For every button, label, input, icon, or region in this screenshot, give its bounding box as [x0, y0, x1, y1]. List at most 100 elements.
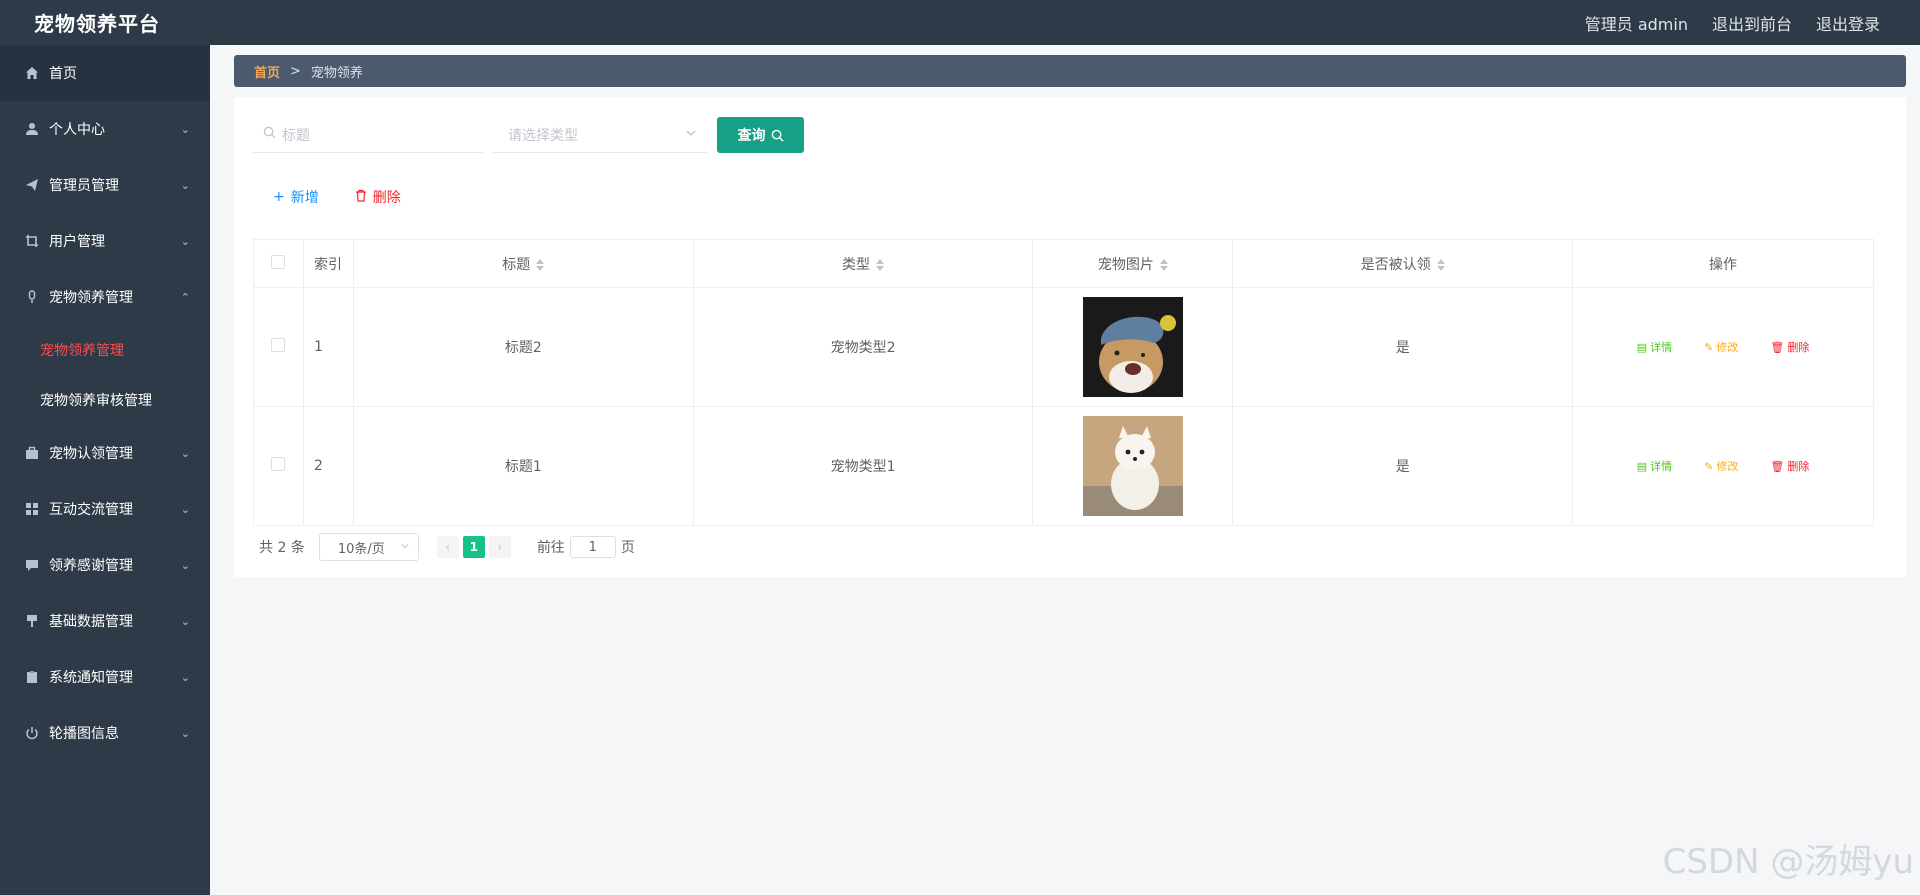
col-title-label: 标题: [502, 256, 531, 273]
query-button-label: 查询: [737, 128, 766, 144]
sort-icon[interactable]: [876, 258, 885, 271]
row-actions-cell: ▤ 详情 ✎ 修改 🗑 删除: [1572, 287, 1874, 407]
sidebar-item-label: 宠物领养管理: [49, 290, 133, 306]
type-select[interactable]: 请选择类型: [493, 117, 707, 153]
row-image-cell: [1032, 406, 1234, 526]
row-delete-button[interactable]: 🗑 删除: [1770, 339, 1809, 355]
chevron-up-icon: ⌃: [180, 290, 190, 304]
sidebar-item-label: 基础数据管理: [49, 614, 133, 630]
chevron-down-icon: ⌄: [180, 502, 190, 516]
batch-delete-button[interactable]: 删除: [355, 187, 401, 207]
page-number-current[interactable]: 1: [462, 536, 485, 558]
trash-icon: 🗑: [1770, 459, 1785, 473]
sidebar: 首页 个人中心 ⌄ 管理员管理 ⌄ 用户管理 ⌄ 宠物领养管理 ⌃ 宠物领养管理…: [0, 45, 210, 895]
search-icon: [771, 129, 784, 142]
exit-to-front-link[interactable]: 退出到前台: [1712, 11, 1792, 35]
row-select-cell: [253, 287, 304, 407]
edit-button[interactable]: ✎ 修改: [1704, 339, 1738, 355]
next-page-button[interactable]: ›: [488, 536, 511, 558]
row-checkbox[interactable]: [271, 457, 286, 471]
row-actions-cell: ▤ 详情 ✎ 修改 🗑 删除: [1572, 406, 1874, 526]
table-header-row: 索引 标题 类型 宠物图片 是否被认领 操作: [253, 239, 1874, 288]
chevron-down-icon: [400, 540, 410, 555]
crop-icon: [24, 233, 40, 249]
col-type-label: 类型: [842, 256, 871, 273]
pet-image-pomeranian[interactable]: [1082, 416, 1183, 516]
jump-prefix: 前往: [536, 540, 565, 556]
edit-icon: ✎: [1704, 459, 1714, 473]
chevron-down-icon: ⌄: [180, 726, 190, 740]
page-size-value: 10条/页: [337, 541, 385, 557]
delete-button-label: 删除: [1787, 341, 1810, 354]
chevron-down-icon: ⌄: [180, 234, 190, 248]
search-icon: [263, 126, 276, 143]
col-title[interactable]: 标题: [352, 239, 694, 288]
sidebar-item-label: 个人中心: [49, 122, 105, 138]
logout-link[interactable]: 退出登录: [1816, 11, 1880, 35]
chevron-down-icon: ⌄: [180, 122, 190, 136]
sort-icon[interactable]: [536, 258, 545, 271]
detail-button[interactable]: ▤ 详情: [1637, 339, 1672, 355]
edit-icon: ✎: [1704, 340, 1714, 354]
sidebar-item-carousel-info[interactable]: 轮播图信息 ⌄: [0, 705, 210, 761]
breadcrumb: 首页 > 宠物领养: [234, 55, 1906, 87]
sidebar-item-user-management[interactable]: 用户管理 ⌄: [0, 213, 210, 269]
briefcase-icon: [24, 445, 40, 461]
detail-button[interactable]: ▤ 详情: [1637, 458, 1672, 474]
select-all-checkbox[interactable]: [271, 254, 286, 269]
sidebar-item-adoption-thanks-management[interactable]: 领养感谢管理 ⌄: [0, 537, 210, 593]
col-claimed-label: 是否被认领: [1360, 256, 1431, 273]
sidebar-item-system-notice-management[interactable]: 系统通知管理 ⌄: [0, 649, 210, 705]
edit-button[interactable]: ✎ 修改: [1704, 458, 1738, 474]
sidebar-item-label: 宠物认领管理: [49, 446, 133, 462]
prev-page-button[interactable]: ‹: [436, 536, 459, 558]
user-icon: [24, 121, 40, 137]
top-navbar: 宠物领养平台 管理员 admin 退出到前台 退出登录: [0, 0, 1920, 45]
col-pet-image-label: 宠物图片: [1097, 256, 1154, 273]
query-button[interactable]: 查询: [717, 117, 804, 153]
sidebar-item-interaction-management[interactable]: 互动交流管理 ⌄: [0, 481, 210, 537]
sidebar-item-basic-data-management[interactable]: 基础数据管理 ⌄: [0, 593, 210, 649]
add-button[interactable]: + 新增: [253, 187, 319, 207]
sidebar-item-label: 管理员管理: [49, 178, 119, 194]
sidebar-subitem-pet-adoption[interactable]: 宠物领养管理: [0, 325, 210, 375]
watermark: CSDN @汤姆yu: [1662, 842, 1914, 882]
page-size-select[interactable]: 10条/页: [318, 533, 419, 561]
breadcrumb-home[interactable]: 首页: [254, 62, 280, 81]
type-select-placeholder: 请选择类型: [508, 127, 578, 144]
row-delete-button[interactable]: 🗑 删除: [1770, 458, 1809, 474]
chevron-down-icon: ⌄: [180, 670, 190, 684]
col-type[interactable]: 类型: [692, 239, 1034, 288]
chevron-down-icon: ⌄: [180, 178, 190, 192]
plus-icon: +: [273, 189, 285, 205]
sidebar-item-home[interactable]: 首页: [0, 45, 210, 101]
sidebar-item-personal-center[interactable]: 个人中心 ⌄: [0, 101, 210, 157]
sidebar-item-pet-adoption-management[interactable]: 宠物领养管理 ⌃: [0, 269, 210, 325]
jump-suffix: 页: [620, 540, 635, 556]
jump-page-input[interactable]: 1: [569, 536, 616, 558]
row-claimed: 是: [1232, 287, 1574, 407]
sidebar-item-label: 互动交流管理: [49, 502, 133, 518]
sidebar-item-pet-claim-management[interactable]: 宠物认领管理 ⌄: [0, 425, 210, 481]
content-panel: 标题 请选择类型 查询 + 新增 删除 索引 标题 类型 宠物图片 是否被认领 …: [234, 97, 1906, 577]
sort-icon[interactable]: [1436, 258, 1445, 271]
col-claimed[interactable]: 是否被认领: [1232, 239, 1574, 288]
row-checkbox[interactable]: [271, 338, 286, 352]
detail-button-label: 详情: [1650, 341, 1673, 354]
title-search-input[interactable]: 标题: [253, 117, 483, 153]
pet-image-dog-hat[interactable]: [1082, 297, 1183, 397]
row-type: 宠物类型2: [692, 287, 1034, 407]
breadcrumb-current: 宠物领养: [310, 65, 363, 81]
search-bar: 标题 请选择类型 查询: [253, 117, 804, 153]
sidebar-subitem-pet-adoption-review[interactable]: 宠物领养审核管理: [0, 375, 210, 425]
col-pet-image[interactable]: 宠物图片: [1032, 239, 1234, 288]
row-image-cell: [1032, 287, 1234, 407]
main-content: 首页 > 宠物领养 标题 请选择类型 查询 + 新增 删除 索引 标题 类型 宠…: [210, 45, 1920, 895]
grid-icon: [24, 501, 40, 517]
sort-icon[interactable]: [1159, 258, 1168, 271]
trash-icon: [355, 189, 367, 206]
sidebar-item-admin-management[interactable]: 管理员管理 ⌄: [0, 157, 210, 213]
table-row: 2 标题1 宠物类型1 是 ▤ 详情 ✎ 修改 🗑 删除: [253, 406, 1874, 526]
add-button-label: 新增: [290, 190, 319, 206]
sidebar-item-label: 领养感谢管理: [49, 558, 133, 574]
